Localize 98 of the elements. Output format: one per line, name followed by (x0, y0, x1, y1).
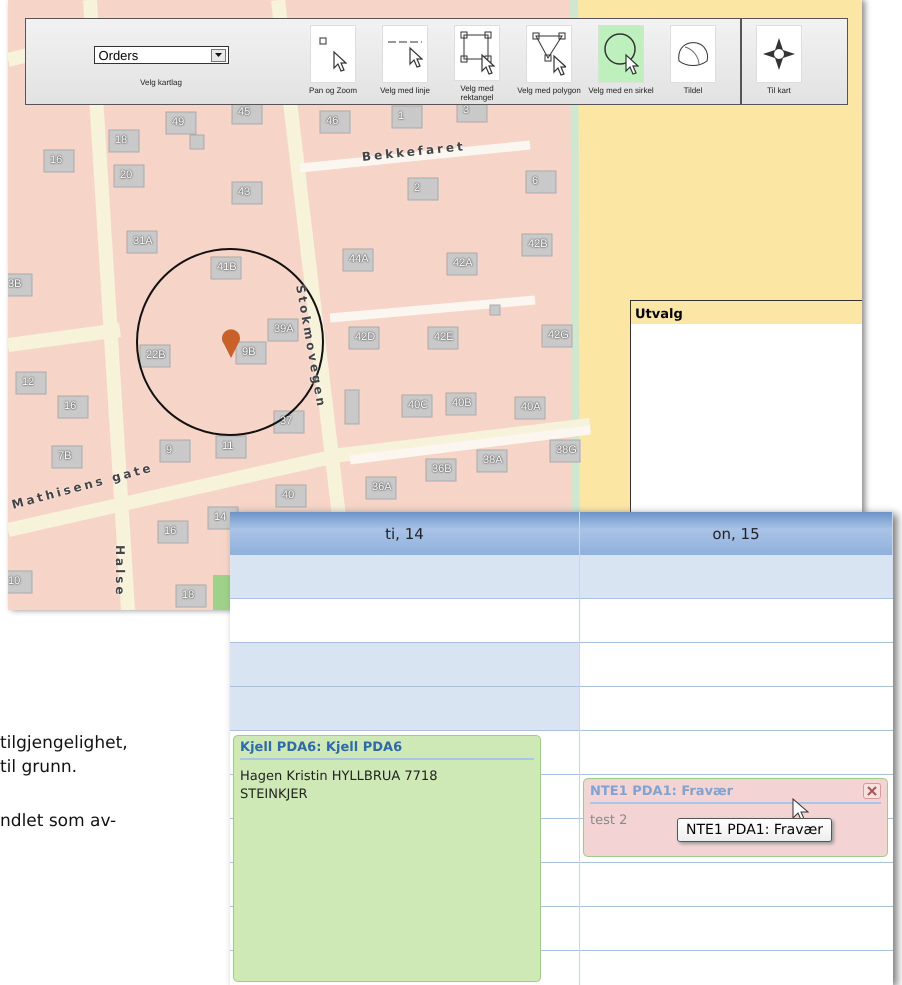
house-number: 40B (452, 397, 472, 409)
appointment-text: test 2 (590, 812, 628, 830)
building (140, 344, 170, 368)
house-number: 41B (217, 261, 237, 273)
building (160, 440, 190, 462)
street-name: Halse (113, 545, 127, 598)
building (490, 304, 500, 316)
building (514, 396, 546, 420)
building (158, 520, 188, 544)
building (446, 392, 476, 416)
building (408, 178, 438, 200)
building (268, 318, 298, 342)
paragraph-text: til grunn. (0, 757, 78, 777)
building (210, 256, 242, 280)
building (274, 410, 304, 434)
appointment[interactable]: Kjell PDA6: Kjell PDA6 Hagen Kristin HYLLBRUA 7718 STEINKJER (233, 735, 541, 982)
building (44, 150, 74, 172)
building (348, 326, 380, 350)
house-number: 40A (521, 401, 541, 413)
building (52, 446, 82, 468)
day-header: ti, 14 (230, 512, 580, 555)
building (446, 252, 478, 276)
paragraph-text: tilgjengelighet, (0, 733, 128, 753)
building (176, 584, 206, 608)
house-number: 9 (166, 444, 172, 456)
cap-icon (677, 41, 709, 67)
building (108, 130, 140, 152)
paragraph-text: ndlet som av- (0, 811, 116, 831)
building (216, 436, 246, 458)
building (126, 230, 158, 254)
house-number: 3B (8, 278, 22, 290)
house-number: 12 (22, 376, 34, 388)
house-number: 42E (434, 331, 454, 343)
house-number: 20 (120, 169, 132, 181)
building (392, 106, 422, 128)
building (236, 342, 266, 364)
house-number: 42G (548, 329, 569, 341)
appointment-title: NTE1 PDA1: Fravær (590, 784, 734, 798)
building (402, 394, 432, 418)
house-number: 18 (115, 134, 128, 146)
house-number: 9B (242, 346, 256, 358)
building (58, 396, 88, 418)
building (232, 182, 262, 204)
house-number: 7B (58, 450, 72, 462)
building (320, 110, 350, 134)
house-number: 42A (453, 257, 473, 269)
house-number: 44A (349, 253, 369, 265)
building (16, 372, 46, 394)
building (114, 164, 144, 188)
building (476, 450, 508, 472)
house-number: 40C (408, 399, 428, 411)
house-number: 2 (414, 182, 420, 194)
building (542, 324, 572, 348)
line-select-icon (387, 40, 423, 68)
building (526, 170, 556, 194)
map-pin-icon[interactable] (221, 329, 241, 359)
building (522, 234, 552, 256)
layer-dropdown[interactable]: Orders (94, 46, 228, 64)
house-number: 31A (133, 235, 153, 247)
house-number: 14 (214, 511, 226, 523)
house-number: 6 (532, 175, 538, 187)
dropdown-label: Velg kartlag (140, 78, 182, 87)
building (8, 274, 32, 296)
house-number: 42B (528, 238, 548, 250)
selection-circle[interactable] (136, 248, 324, 436)
close-button[interactable] (863, 783, 881, 799)
house-number: 46 (326, 115, 338, 127)
pointer-icon (319, 36, 347, 72)
building (342, 248, 374, 272)
appointment-title: Kjell PDA6: Kjell PDA6 (240, 740, 402, 755)
building (428, 326, 458, 350)
dropdown-caret-icon (214, 53, 222, 57)
house-number: 1 (398, 110, 404, 122)
house-number: 11 (222, 440, 234, 452)
building (344, 390, 360, 424)
polygon-select-icon (532, 32, 566, 76)
street-name: Bekkefaret (361, 139, 466, 164)
building (550, 440, 580, 462)
house-number: 43 (238, 186, 250, 198)
close-icon (867, 786, 877, 796)
house-number: 18 (182, 589, 194, 601)
house-number: 45 (238, 106, 250, 118)
appointment-text: Hagen Kristin HYLLBRUA 7718 STEINKJER (240, 768, 438, 804)
building (276, 484, 306, 508)
building (366, 476, 396, 500)
house-number: 40 (282, 489, 294, 501)
tooltip: NTE1 PDA1: Fravær (677, 818, 832, 842)
building (426, 458, 456, 482)
rectangle-select-icon (460, 31, 494, 75)
building (8, 570, 32, 594)
day-header: on, 15 (580, 512, 893, 555)
circle-select-icon (604, 33, 638, 75)
house-number: 39A (274, 323, 294, 335)
house-number: 10 (8, 575, 20, 587)
compass-icon (762, 37, 796, 71)
house-number: 3 (463, 104, 470, 116)
house-number: 22B (146, 349, 166, 361)
house-number: 42D (355, 331, 376, 343)
